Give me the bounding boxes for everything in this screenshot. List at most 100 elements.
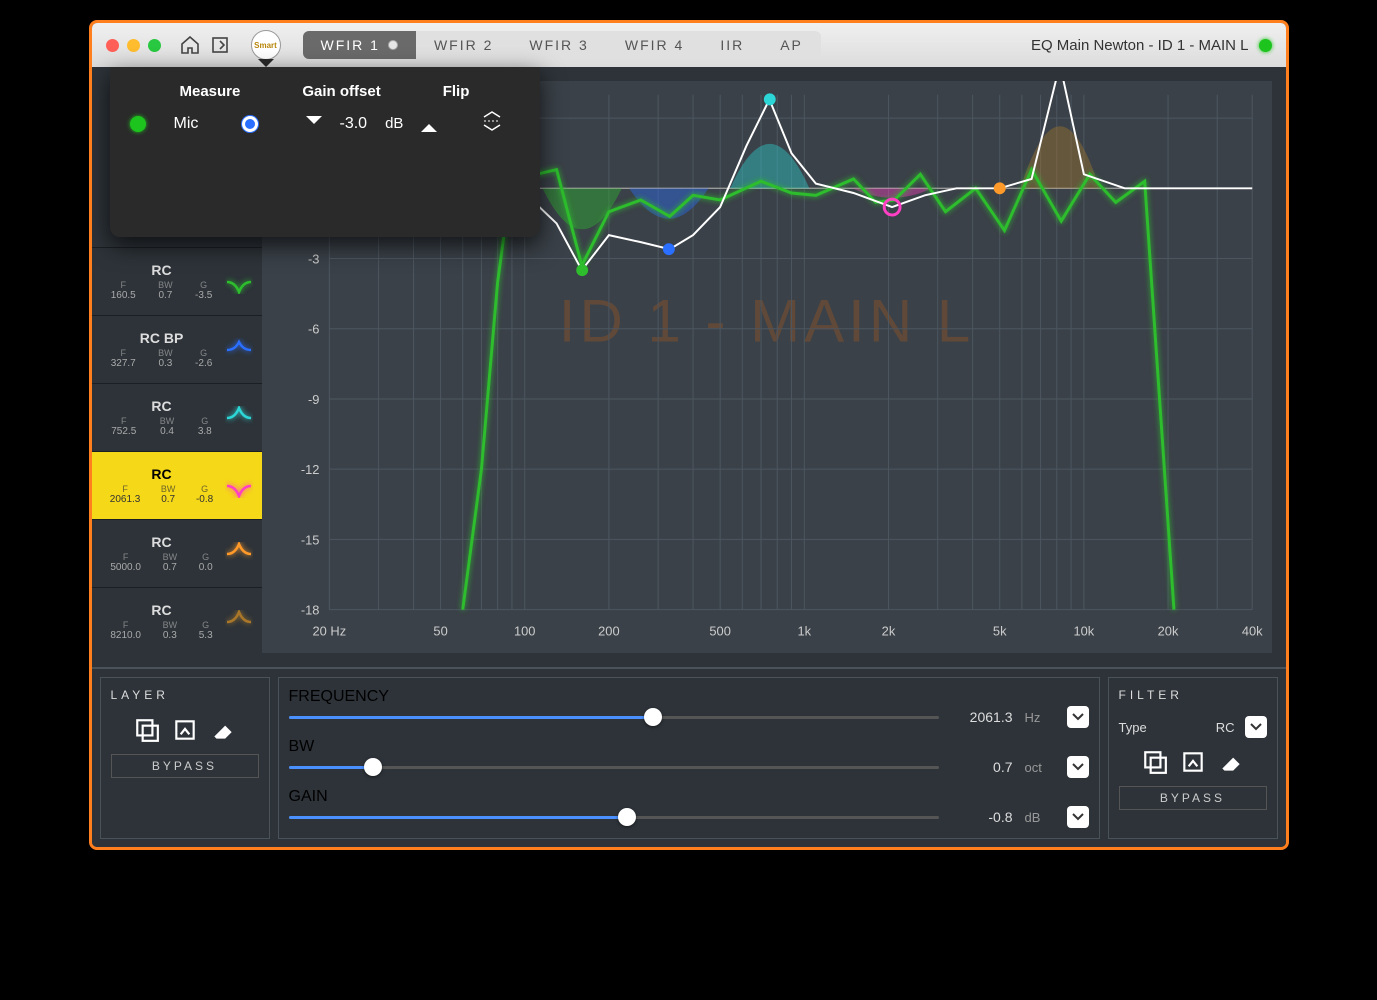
filter-g: G-2.6 bbox=[195, 348, 212, 369]
filter-bypass-button[interactable]: BYPASS bbox=[1119, 786, 1267, 810]
filter-bw: BW0.7 bbox=[161, 484, 176, 505]
gain-label: GAIN bbox=[289, 788, 1089, 806]
filter-bw: BW0.3 bbox=[163, 620, 178, 641]
measure-enable-led[interactable] bbox=[130, 116, 146, 132]
frequency-value: 2061.3 bbox=[951, 709, 1013, 725]
filter-f: F752.5 bbox=[111, 416, 136, 437]
gain-slider[interactable] bbox=[289, 816, 939, 819]
svg-text:10k: 10k bbox=[1073, 623, 1094, 638]
eq-node[interactable] bbox=[763, 93, 775, 105]
titlebar: Smart WFIR 1WFIR 2WFIR 3WFIR 4IIRAP EQ M… bbox=[92, 23, 1286, 67]
gain-dropdown[interactable] bbox=[1067, 806, 1089, 828]
svg-text:200: 200 bbox=[598, 623, 619, 638]
frequency-label: FREQUENCY bbox=[289, 688, 1089, 706]
filter-name: RC bbox=[100, 262, 224, 278]
tab-iir[interactable]: IIR bbox=[702, 31, 762, 59]
gain-value: -0.8 bbox=[951, 809, 1013, 825]
filter-bw: BW0.7 bbox=[158, 280, 173, 301]
filter-item-1[interactable]: RC BP F327.7 BW0.3 G-2.6 bbox=[92, 315, 262, 383]
svg-text:20 Hz: 20 Hz bbox=[312, 623, 346, 638]
filter-f: F2061.3 bbox=[110, 484, 141, 505]
filter-type-value: RC bbox=[1216, 720, 1235, 735]
filter-g: G3.8 bbox=[198, 416, 212, 437]
tab-wfir-2[interactable]: WFIR 2 bbox=[416, 31, 511, 59]
bw-dropdown[interactable] bbox=[1067, 756, 1089, 778]
filter-f: F5000.0 bbox=[110, 552, 141, 573]
filter-shape-icon bbox=[224, 471, 254, 501]
filter-copy-icon[interactable] bbox=[1140, 748, 1170, 776]
minimize-icon[interactable] bbox=[127, 39, 140, 52]
status-led-icon bbox=[1259, 39, 1272, 52]
layer-title: LAYER bbox=[111, 688, 259, 702]
paste-icon[interactable] bbox=[170, 716, 200, 744]
smart-api-badge[interactable]: Smart bbox=[251, 30, 281, 60]
filter-name: RC bbox=[100, 398, 224, 414]
gain-offset-heading: Gain offset bbox=[302, 83, 380, 100]
gain-offset-value: -3.0 bbox=[340, 115, 368, 133]
filter-item-5[interactable]: RC F8210.0 BW0.3 G5.3 bbox=[92, 587, 262, 655]
svg-text:5k: 5k bbox=[992, 623, 1006, 638]
close-icon[interactable] bbox=[106, 39, 119, 52]
filter-bw: BW0.7 bbox=[163, 552, 178, 573]
svg-text:1k: 1k bbox=[797, 623, 811, 638]
frequency-slider[interactable] bbox=[289, 716, 939, 719]
eq-node[interactable] bbox=[576, 264, 588, 276]
gain-offset-unit: dB bbox=[385, 115, 403, 132]
tab-wfir-1[interactable]: WFIR 1 bbox=[303, 31, 416, 59]
eq-node[interactable] bbox=[662, 243, 674, 255]
gain-up-icon[interactable] bbox=[421, 116, 437, 132]
svg-text:100: 100 bbox=[514, 623, 535, 638]
measure-heading: Measure bbox=[180, 83, 241, 100]
main-content: Measure Gain offset Flip Mic -3.0 dB RC bbox=[92, 67, 1286, 667]
gain-down-icon[interactable] bbox=[306, 116, 322, 132]
filter-item-0[interactable]: RC F160.5 BW0.7 G-3.5 bbox=[92, 247, 262, 315]
filter-f: F8210.0 bbox=[110, 620, 141, 641]
flip-icon[interactable] bbox=[481, 110, 503, 137]
home-icon[interactable] bbox=[179, 34, 201, 56]
bottom-panels: LAYER BYPASS FREQUENCY 2061.3 Hz BW 0.7 … bbox=[92, 667, 1286, 847]
filter-bw: BW0.4 bbox=[160, 416, 175, 437]
filter-item-4[interactable]: RC F5000.0 BW0.7 G0.0 bbox=[92, 519, 262, 587]
tab-led-icon bbox=[388, 40, 398, 50]
plugin-window: Smart WFIR 1WFIR 2WFIR 3WFIR 4IIRAP EQ M… bbox=[89, 20, 1289, 850]
filter-title: FILTER bbox=[1119, 688, 1267, 702]
svg-text:20k: 20k bbox=[1157, 623, 1178, 638]
frequency-dropdown[interactable] bbox=[1067, 706, 1089, 728]
filter-item-2[interactable]: RC F752.5 BW0.4 G3.8 bbox=[92, 383, 262, 451]
filter-f: F327.7 bbox=[111, 348, 136, 369]
svg-text:-9: -9 bbox=[307, 392, 318, 407]
svg-text:40k: 40k bbox=[1241, 623, 1262, 638]
svg-text:2k: 2k bbox=[881, 623, 895, 638]
layer-bypass-button[interactable]: BYPASS bbox=[111, 754, 259, 778]
bw-value: 0.7 bbox=[951, 759, 1013, 775]
bw-label: BW bbox=[289, 738, 1089, 756]
filter-paste-icon[interactable] bbox=[1178, 748, 1208, 776]
filter-erase-icon[interactable] bbox=[1216, 748, 1246, 776]
filter-item-3[interactable]: RC F2061.3 BW0.7 G-0.8 bbox=[92, 451, 262, 519]
filter-type-label: Type bbox=[1119, 720, 1147, 735]
tab-wfir-3[interactable]: WFIR 3 bbox=[511, 31, 606, 59]
filter-name: RC BP bbox=[100, 330, 224, 346]
copy-icon[interactable] bbox=[132, 716, 162, 744]
filter-g: G5.3 bbox=[199, 620, 213, 641]
tab-bar: WFIR 1WFIR 2WFIR 3WFIR 4IIRAP bbox=[303, 31, 821, 59]
filter-shape-icon bbox=[224, 267, 254, 297]
tab-wfir-4[interactable]: WFIR 4 bbox=[607, 31, 702, 59]
measure-select-led[interactable] bbox=[242, 116, 258, 132]
frequency-unit: Hz bbox=[1025, 710, 1055, 725]
tab-ap[interactable]: AP bbox=[762, 31, 821, 59]
bw-slider[interactable] bbox=[289, 766, 939, 769]
expand-icon[interactable] bbox=[209, 34, 231, 56]
layer-panel: LAYER BYPASS bbox=[100, 677, 270, 839]
traffic-lights bbox=[106, 39, 161, 52]
svg-text:-18: -18 bbox=[300, 603, 319, 618]
eq-node[interactable] bbox=[993, 182, 1005, 194]
erase-icon[interactable] bbox=[208, 716, 238, 744]
measure-source[interactable]: Mic bbox=[174, 115, 224, 133]
svg-text:500: 500 bbox=[709, 623, 730, 638]
filter-type-dropdown[interactable] bbox=[1245, 716, 1267, 738]
title-label: EQ Main Newton - ID 1 - MAIN L bbox=[1031, 37, 1249, 54]
zoom-icon[interactable] bbox=[148, 39, 161, 52]
filter-g: G0.0 bbox=[199, 552, 213, 573]
filter-shape-icon bbox=[224, 403, 254, 433]
